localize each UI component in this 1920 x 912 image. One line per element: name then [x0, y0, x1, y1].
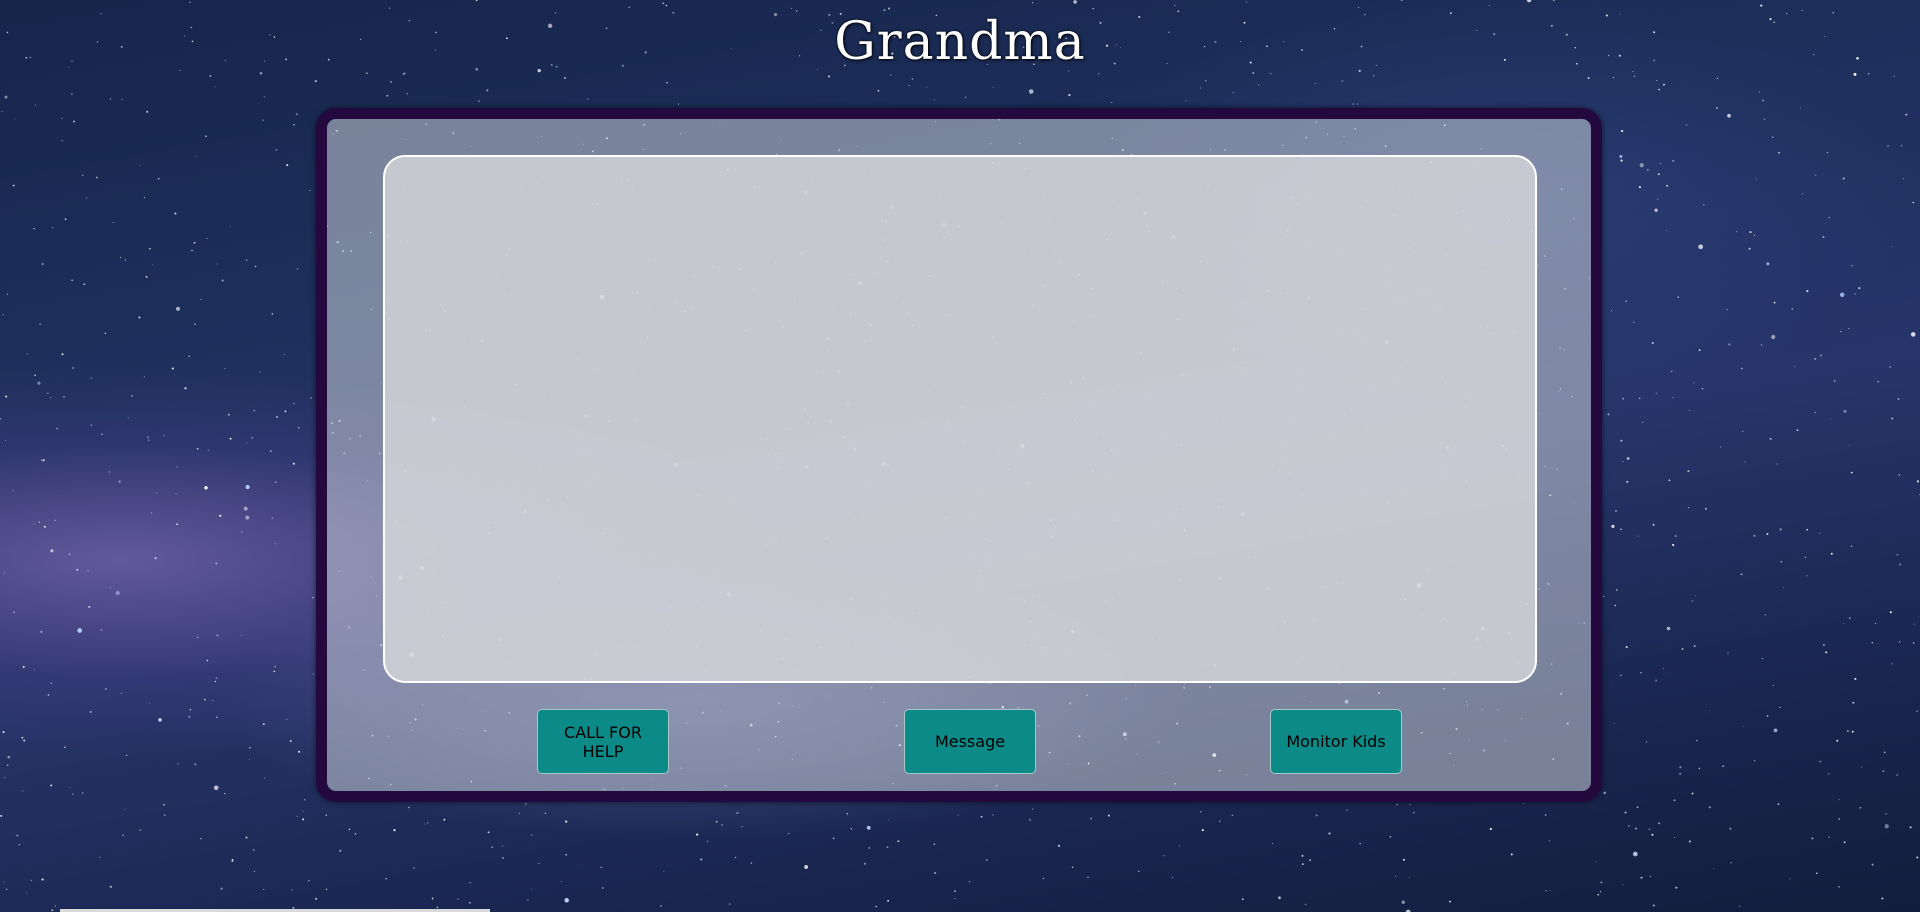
- call-for-help-button[interactable]: CALL FOR HELP: [537, 709, 669, 774]
- message-label: Message: [934, 732, 1006, 751]
- monitor-kids-label: Monitor Kids: [1286, 732, 1386, 751]
- display-panel: [383, 155, 1537, 683]
- page-title: Grandma: [834, 12, 1086, 72]
- message-button[interactable]: Message: [904, 709, 1036, 774]
- monitor-kids-button[interactable]: Monitor Kids: [1270, 709, 1402, 774]
- call-for-help-label: CALL FOR HELP: [564, 722, 642, 761]
